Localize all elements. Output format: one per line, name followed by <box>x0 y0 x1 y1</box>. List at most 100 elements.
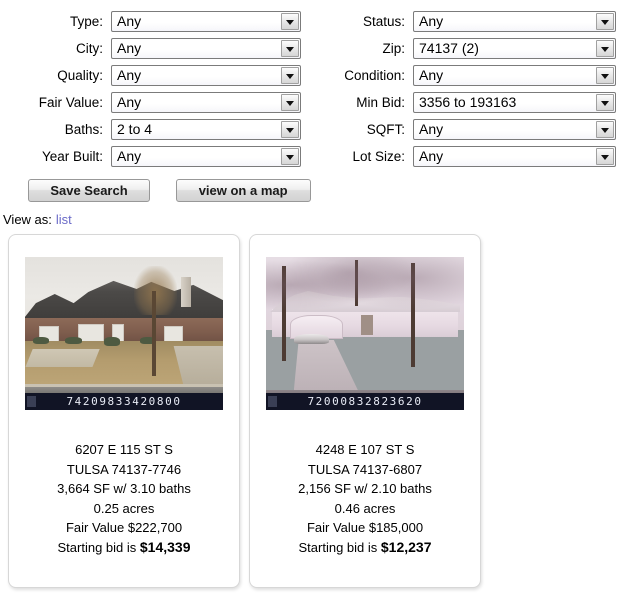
filter-row-condition: Condition: Any <box>310 64 616 87</box>
property-acres: 0.25 acres <box>93 500 155 516</box>
view-on-map-button[interactable]: view on a map <box>175 179 311 202</box>
year-built-select-value: Any <box>117 148 142 164</box>
status-select[interactable]: Any <box>413 11 616 32</box>
property-acres: 0.46 acres <box>334 500 396 516</box>
filter-row-city: City: Any <box>8 37 301 60</box>
filter-column-left: Type: Any City: Any Quality: Any Fair Va… <box>8 10 301 172</box>
zip-select-value: 74137 (2) <box>419 40 479 56</box>
chevron-down-icon[interactable] <box>281 40 299 57</box>
quality-select[interactable]: Any <box>111 65 301 86</box>
property-city-zip: TULSA 74137-6807 <box>307 461 423 477</box>
starting-bid-label: Starting bid is <box>57 539 137 555</box>
filter-row-quality: Quality: Any <box>8 64 301 87</box>
property-size: 2,156 SF w/ 2.10 baths <box>298 481 432 496</box>
property-fair-value: Fair Value $185,000 <box>306 520 424 535</box>
action-button-group: Save Search view on a map <box>28 179 333 202</box>
type-select[interactable]: Any <box>111 11 301 32</box>
photo-window <box>163 325 184 342</box>
city-select-value: Any <box>117 40 142 56</box>
filter-label-type: Type: <box>69 14 103 29</box>
property-photo-wrap: 72000832823620 <box>250 257 480 410</box>
filter-label-city: City: <box>76 41 103 56</box>
quality-select-value: Any <box>117 67 142 83</box>
chevron-down-icon[interactable] <box>596 148 614 165</box>
min-bid-select[interactable]: 3356 to 193163 <box>413 92 616 113</box>
filter-label-fair-value: Fair Value: <box>38 95 103 110</box>
chevron-down-icon[interactable] <box>281 13 299 30</box>
save-search-button[interactable]: Save Search <box>28 179 150 202</box>
property-details: 6207 E 115 ST S TULSA 74137-7746 3,664 S… <box>9 440 239 557</box>
photo-bare-branches <box>266 257 464 328</box>
photo-car <box>293 333 330 345</box>
chevron-down-icon[interactable] <box>281 148 299 165</box>
property-address: 4248 E 107 ST S <box>315 442 415 457</box>
property-photo[interactable]: 72000832823620 <box>266 257 464 410</box>
city-select[interactable]: Any <box>111 38 301 59</box>
chevron-down-icon[interactable] <box>281 67 299 84</box>
starting-bid-amount: $12,237 <box>380 538 432 555</box>
filter-row-zip: Zip: 74137 (2) <box>310 37 616 60</box>
parcel-number-bar: 72000832823620 <box>266 393 464 410</box>
chevron-down-icon[interactable] <box>596 40 614 57</box>
property-card[interactable]: 74209833420800 6207 E 115 ST S TULSA 741… <box>8 234 240 588</box>
chevron-down-icon[interactable] <box>281 94 299 111</box>
filter-label-condition: Condition: <box>344 68 405 83</box>
property-starting-bid: Starting bid is $14,339 <box>9 538 239 558</box>
property-size: 3,664 SF w/ 3.10 baths <box>57 481 191 496</box>
filter-row-year-built: Year Built: Any <box>8 145 301 168</box>
filter-label-year-built: Year Built: <box>41 149 103 164</box>
view-as-list-link[interactable]: list <box>56 212 72 227</box>
condition-select[interactable]: Any <box>413 65 616 86</box>
lot-size-select[interactable]: Any <box>413 146 616 167</box>
fair-value-select[interactable]: Any <box>111 92 301 113</box>
sqft-select[interactable]: Any <box>413 119 616 140</box>
filter-row-sqft: SQFT: Any <box>310 118 616 141</box>
zip-select[interactable]: 74137 (2) <box>413 38 616 59</box>
filter-row-lot-size: Lot Size: Any <box>310 145 616 168</box>
photo-driveway <box>293 339 359 392</box>
baths-select[interactable]: 2 to 4 <box>111 119 301 140</box>
property-city-zip: TULSA 74137-7746 <box>66 461 182 477</box>
chevron-down-icon[interactable] <box>596 13 614 30</box>
sqft-select-value: Any <box>419 121 444 137</box>
photo-shrub <box>32 336 49 345</box>
photo-chimney <box>181 276 192 308</box>
filter-label-sqft: SQFT: <box>366 122 405 137</box>
property-starting-bid: Starting bid is $12,237 <box>250 538 480 558</box>
photo-shrub <box>104 336 121 346</box>
status-select-value: Any <box>419 13 444 29</box>
view-as-row: View as: list <box>3 212 72 227</box>
filter-column-right: Status: Any Zip: 74137 (2) Condition: An… <box>310 10 616 172</box>
property-fair-value: Fair Value $222,700 <box>65 520 183 535</box>
property-photo-wrap: 74209833420800 <box>9 257 239 410</box>
chevron-down-icon[interactable] <box>596 67 614 84</box>
filter-row-type: Type: Any <box>8 10 301 33</box>
filter-row-min-bid: Min Bid: 3356 to 193163 <box>310 91 616 114</box>
filter-label-zip: Zip: <box>382 41 405 56</box>
type-select-value: Any <box>117 13 142 29</box>
photo-window <box>78 324 105 342</box>
property-address: 6207 E 115 ST S <box>75 442 173 457</box>
filter-label-baths: Baths: <box>64 122 103 137</box>
photo-shrub <box>64 336 83 345</box>
lot-size-select-value: Any <box>419 148 444 164</box>
starting-bid-amount: $14,339 <box>139 538 191 555</box>
chevron-down-icon[interactable] <box>281 121 299 138</box>
filter-label-status: Status: <box>362 14 405 29</box>
photo-tree-trunk <box>151 290 157 377</box>
filter-label-quality: Quality: <box>57 68 103 83</box>
year-built-select[interactable]: Any <box>111 146 301 167</box>
filter-label-min-bid: Min Bid: <box>356 95 405 110</box>
search-filters-panel: Type: Any City: Any Quality: Any Fair Va… <box>0 0 621 175</box>
chevron-down-icon[interactable] <box>596 94 614 111</box>
filter-label-lot-size: Lot Size: <box>352 149 405 164</box>
property-photo[interactable]: 74209833420800 <box>25 257 223 410</box>
baths-select-value: 2 to 4 <box>117 121 153 137</box>
property-card[interactable]: 72000832823620 4248 E 107 ST S TULSA 741… <box>249 234 481 588</box>
chevron-down-icon[interactable] <box>596 121 614 138</box>
starting-bid-label: Starting bid is <box>298 539 378 555</box>
fair-value-select-value: Any <box>117 94 142 110</box>
filter-row-baths: Baths: 2 to 4 <box>8 118 301 141</box>
photo-walkway <box>25 348 100 368</box>
min-bid-select-value: 3356 to 193163 <box>419 94 517 110</box>
